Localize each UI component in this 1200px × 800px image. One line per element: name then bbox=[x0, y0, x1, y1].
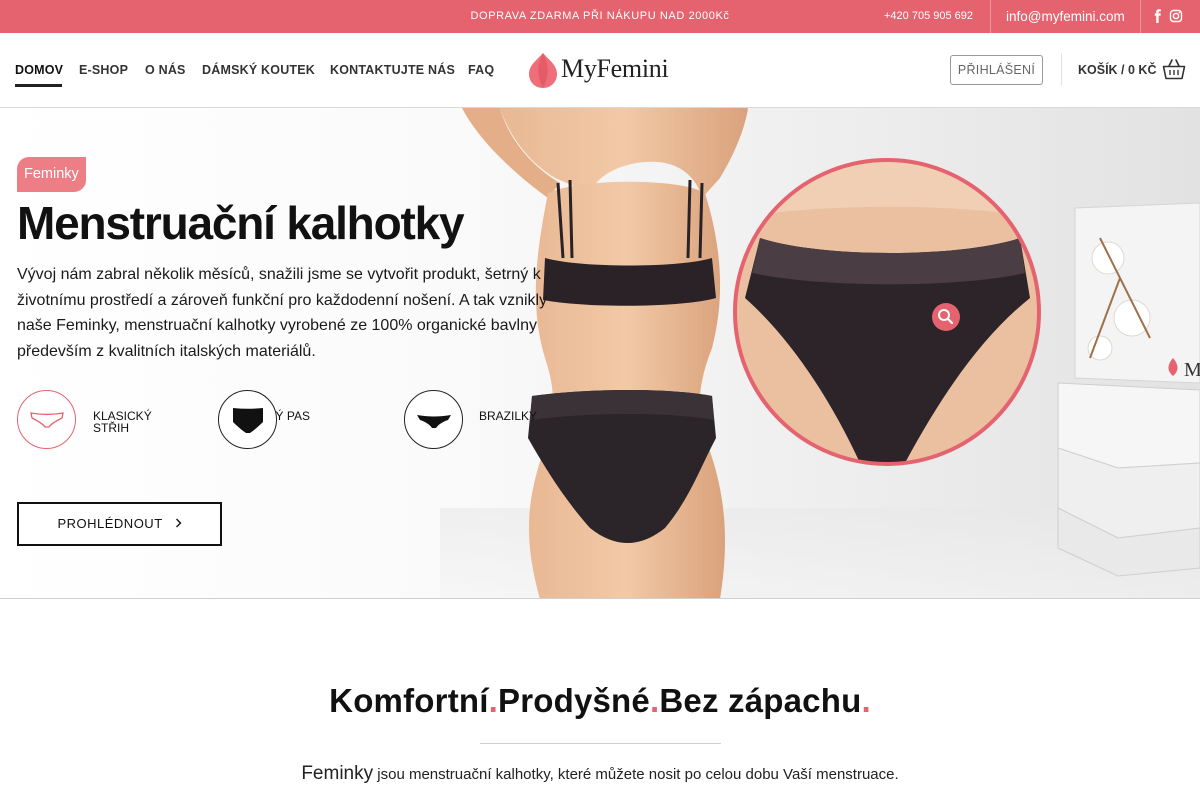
brazilian-briefs-icon bbox=[404, 390, 463, 449]
hero-banner: M Feminky Menstruační kalhotky Vývoj nám… bbox=[0, 108, 1200, 599]
nav-item-domov[interactable]: DOMOV bbox=[15, 63, 63, 77]
top-bar: DOPRAVA ZDARMA PŘI NÁKUPU NAD 2000Kč +42… bbox=[0, 0, 1200, 33]
phone-link[interactable]: +420 705 905 692 bbox=[884, 0, 973, 33]
hero-description: Vývoj nám zabral několik měsíců, snažili… bbox=[17, 266, 548, 360]
type-label-strih: STŘIH bbox=[93, 421, 129, 435]
main-header: DOMOV E-SHOP O NÁS DÁMSKÝ KOUTEK KONTAKT… bbox=[0, 33, 1200, 108]
nav-item-faq[interactable]: FAQ bbox=[468, 63, 494, 77]
tagline-dot: . bbox=[649, 682, 660, 719]
site-logo[interactable]: MyFemini bbox=[528, 50, 678, 90]
nav-item-damsky-koutek[interactable]: DÁMSKÝ KOUTEK bbox=[202, 63, 315, 77]
browse-button[interactable]: PROHLÉDNOUT bbox=[17, 502, 222, 546]
type-label-brazilky: BRAZILKY bbox=[479, 409, 538, 423]
hero-title: Menstruační kalhotky bbox=[17, 197, 465, 249]
facebook-icon[interactable] bbox=[1151, 9, 1165, 23]
chevron-right-icon bbox=[175, 504, 182, 544]
benefit-komfortni: Komfortní bbox=[329, 682, 489, 719]
tagline-dot: . bbox=[861, 682, 871, 719]
intro-brand: Feminky bbox=[301, 763, 374, 784]
category-badge[interactable]: Feminky bbox=[17, 157, 86, 192]
section-divider bbox=[480, 743, 721, 744]
nav-item-eshop[interactable]: E-SHOP bbox=[79, 63, 128, 77]
package-logo-text: M bbox=[1184, 359, 1200, 381]
cart-link[interactable]: KOŠÍK / 0 KČ bbox=[1078, 63, 1157, 77]
benefit-bez-zapachu: Bez zápachu bbox=[659, 682, 862, 719]
tagline-dot: . bbox=[488, 682, 498, 719]
browse-button-label: PROHLÉDNOUT bbox=[57, 516, 163, 531]
header-divider bbox=[1061, 53, 1062, 86]
email-link[interactable]: info@myfemini.com bbox=[1006, 0, 1125, 33]
active-nav-indicator bbox=[15, 84, 62, 87]
high-waist-briefs-icon bbox=[218, 390, 277, 449]
topbar-divider bbox=[990, 0, 991, 33]
nav-item-kontaktujte-nas[interactable]: KONTAKTUJTE NÁS bbox=[330, 63, 455, 77]
benefits-tagline: Komfortní.Prodyšné.Bez zápachu. bbox=[0, 682, 1200, 720]
logo-text: MyFemini bbox=[561, 54, 669, 83]
basket-icon[interactable] bbox=[1162, 58, 1186, 80]
login-button[interactable]: PŘIHLÁŠENÍ bbox=[950, 55, 1043, 85]
intro-text: Feminky jsou menstruační kalhotky, které… bbox=[0, 763, 1200, 785]
benefit-prodysne: Prodyšné bbox=[497, 682, 650, 719]
topbar-divider bbox=[1140, 0, 1141, 33]
tulip-logo-icon bbox=[529, 53, 557, 88]
nav-item-o-nas[interactable]: O NÁS bbox=[145, 63, 186, 77]
intro-body: jsou menstruační kalhotky, které můžete … bbox=[373, 766, 899, 783]
classic-briefs-icon bbox=[17, 390, 76, 449]
instagram-icon[interactable] bbox=[1169, 9, 1183, 23]
